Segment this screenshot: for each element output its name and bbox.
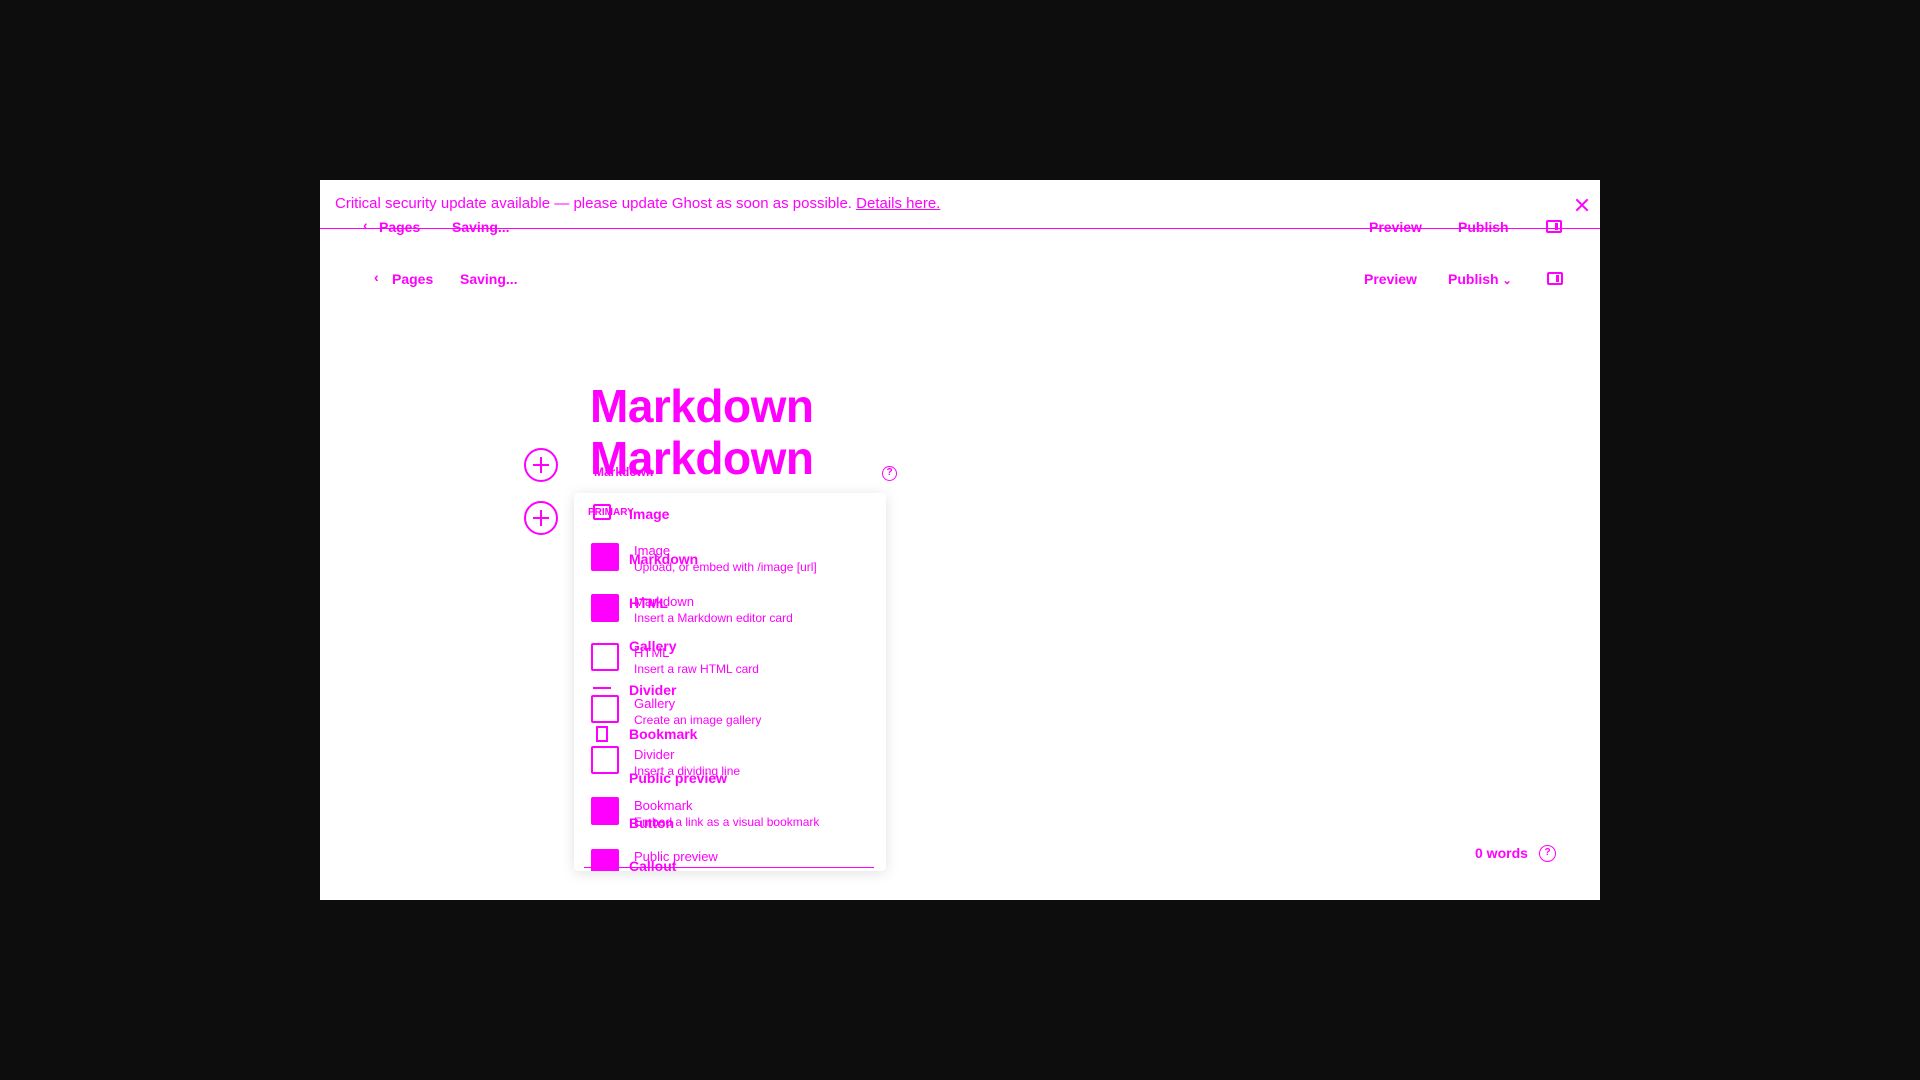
html-icon [591, 643, 619, 671]
menu-scroll-line [584, 867, 874, 868]
menu-item-gallery-desc: Create an image gallery [634, 713, 762, 727]
back-pages-link[interactable]: Pages [392, 271, 433, 287]
banner-text: Critical security update available — ple… [335, 195, 852, 212]
add-card-plus-icon[interactable] [524, 448, 558, 482]
banner-details-link[interactable]: Details here. [856, 195, 940, 212]
word-count: 0 words [1475, 845, 1528, 861]
menu-item-html-desc: Insert a raw HTML card [634, 662, 759, 676]
ghost-item-image: Image [629, 506, 670, 522]
footer-help-icon[interactable]: ? [1539, 845, 1556, 862]
ghost-publish-button[interactable]: Publish [1458, 219, 1509, 235]
security-banner: Critical security update available — ple… [335, 195, 940, 213]
chevron-down-icon: ⌄ [1502, 275, 1512, 287]
ghost-item-markdown: Markdown [629, 551, 699, 567]
markdown-icon [591, 594, 619, 622]
back-chevron-icon: ‹ [374, 269, 379, 285]
ghost-sidebar-toggle-icon[interactable] [1546, 220, 1562, 233]
card-menu: PRIMARY Image Image Upload, or embed wit… [574, 493, 886, 871]
menu-item-gallery[interactable]: Gallery [634, 696, 675, 711]
image-icon [591, 543, 619, 571]
help-icon[interactable]: ? [882, 466, 897, 481]
ghost-divider-icon [593, 687, 611, 689]
ghost-back-chevron-icon: ‹ [363, 217, 368, 233]
ghost-item-public-preview: Public preview [629, 770, 728, 786]
ghost-image-icon [593, 504, 611, 520]
menu-item-bookmark[interactable]: Bookmark [634, 798, 693, 813]
publish-label: Publish [1448, 271, 1499, 287]
editor-window: Critical security update available — ple… [320, 180, 1600, 900]
divider-icon [591, 746, 619, 774]
ghost-markdown-label: Markdown [594, 465, 654, 479]
menu-item-divider[interactable]: Divider [634, 747, 674, 762]
close-icon[interactable] [1575, 198, 1589, 212]
publish-button[interactable]: Publish ⌄ [1448, 271, 1512, 287]
ghost-bookmark-icon [596, 726, 608, 742]
post-title[interactable]: Markdown [590, 380, 814, 432]
add-card-plus-icon-ghost[interactable] [524, 501, 558, 535]
ghost-item-bookmark: Bookmark [629, 726, 698, 742]
sidebar-toggle-icon[interactable] [1547, 272, 1563, 285]
saving-status: Saving... [460, 271, 518, 287]
preview-button[interactable]: Preview [1364, 271, 1417, 287]
ghost-item-callout: Callout [629, 858, 677, 871]
ghost-saving-status: Saving... [452, 219, 510, 235]
bookmark-icon [591, 797, 619, 825]
ghost-item-gallery: Gallery [629, 638, 677, 654]
ghost-preview-button[interactable]: Preview [1369, 219, 1422, 235]
gallery-icon [591, 695, 619, 723]
ghost-item-button: Button [629, 815, 675, 831]
menu-item-markdown-desc: Insert a Markdown editor card [634, 611, 793, 625]
ghost-back-pages-link[interactable]: Pages [379, 219, 420, 235]
ghost-item-html: HTML [629, 595, 668, 611]
